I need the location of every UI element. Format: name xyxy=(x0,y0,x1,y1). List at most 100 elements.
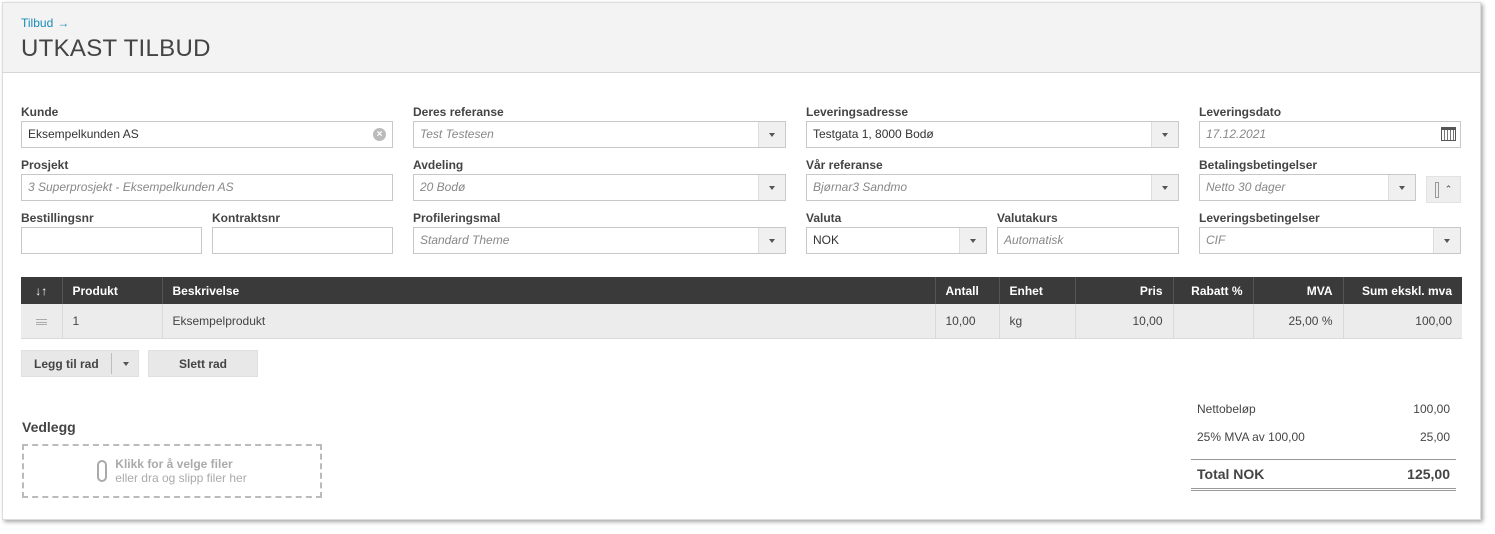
netto-label: Nettobeløp xyxy=(1197,402,1256,416)
drag-handle-cell[interactable] xyxy=(21,304,63,339)
leveringsadresse-label: Leveringsadresse xyxy=(806,105,909,119)
total-label: Total NOK xyxy=(1197,466,1265,482)
valutakurs-label: Valutakurs xyxy=(997,211,1058,225)
avdeling-field: Avdeling 20 Bodø xyxy=(413,158,786,201)
chevron-down-icon[interactable] xyxy=(123,362,129,366)
betalingsbetingelser-value: Netto 30 dager xyxy=(1206,180,1286,194)
drag-handle-icon[interactable] xyxy=(35,318,47,325)
leveringsbetingelser-field: Leveringsbetingelser CIF xyxy=(1199,211,1461,254)
prosjekt-input[interactable]: 3 Superprosjekt - Eksempelkunden AS xyxy=(21,174,393,201)
produkt-cell[interactable]: 1 xyxy=(62,304,163,339)
valuta-select[interactable]: NOK xyxy=(806,227,987,254)
breadcrumb[interactable]: Tilbud → xyxy=(21,16,1480,30)
chevron-down-icon[interactable] xyxy=(1151,122,1178,147)
bestillingsnr-label: Bestillingsnr xyxy=(21,211,94,225)
deres-referanse-field: Deres referanse Test Testesen xyxy=(413,105,786,148)
valuta-field: Valuta NOK xyxy=(806,211,987,254)
chevron-down-icon[interactable] xyxy=(758,228,785,253)
sum-cell[interactable]: 100,00 xyxy=(1343,304,1462,339)
prosjekt-value: 3 Superprosjekt - Eksempelkunden AS xyxy=(28,180,234,194)
profileringsmal-select[interactable]: Standard Theme xyxy=(413,227,786,254)
avdeling-select[interactable]: 20 Bodø xyxy=(413,174,786,201)
rabatt-cell[interactable] xyxy=(1173,304,1254,339)
valutakurs-placeholder: Automatisk xyxy=(1004,233,1064,247)
beskrivelse-cell[interactable]: Eksempelprodukt xyxy=(162,304,936,339)
bestillingsnr-input[interactable] xyxy=(21,227,202,254)
page-title: UTKAST TILBUD xyxy=(21,35,211,62)
totals-panel: Nettobeløp 100,00 25% MVA av 100,00 25,0… xyxy=(1191,395,1456,491)
delete-row-label: Slett rad xyxy=(178,356,227,371)
var-referanse-label: Vår referanse xyxy=(806,158,883,172)
collapse-fields-button[interactable]: ⌃ xyxy=(1426,176,1461,203)
deres-referanse-label: Deres referanse xyxy=(413,105,504,119)
kunde-input[interactable]: Eksempelkunden AS × xyxy=(21,121,393,148)
kontraktsnr-input[interactable] xyxy=(212,227,393,254)
panel-icon xyxy=(1434,181,1439,198)
quote-page: Tilbud → UTKAST TILBUD Kunde Eksempelkun… xyxy=(2,2,1481,520)
valutakurs-input[interactable]: Automatisk xyxy=(997,227,1179,254)
netto-value: 100,00 xyxy=(1413,402,1450,416)
profileringsmal-value: Standard Theme xyxy=(420,233,510,247)
arrow-right-icon: → xyxy=(57,16,70,30)
profileringsmal-field: Profileringsmal Standard Theme xyxy=(413,211,786,254)
kunde-field: Kunde Eksempelkunden AS × xyxy=(21,105,393,148)
antall-cell[interactable]: 10,00 xyxy=(935,304,1000,339)
valutakurs-field: Valutakurs Automatisk xyxy=(997,211,1179,254)
avdeling-value: 20 Bodø xyxy=(420,180,466,194)
leveringsbetingelser-select[interactable]: CIF xyxy=(1199,227,1461,254)
page-header: Tilbud → UTKAST TILBUD xyxy=(3,3,1480,73)
clear-icon[interactable]: × xyxy=(373,128,386,141)
sum-column-header[interactable]: Sum ekskl. mva xyxy=(1343,277,1462,304)
var-referanse-field: Vår referanse Bjørnar3 Sandmo xyxy=(806,158,1179,201)
beskrivelse-column-header[interactable]: Beskrivelse xyxy=(162,277,936,304)
enhet-cell[interactable]: kg xyxy=(999,304,1076,339)
chevron-up-icon: ⌃ xyxy=(1444,184,1453,194)
add-row-button[interactable]: Legg til rad xyxy=(21,350,139,377)
total-row: Total NOK 125,00 xyxy=(1191,459,1456,491)
dropzone-secondary-text: eller dra og slipp filer her xyxy=(115,471,247,485)
leveringsbetingelser-value: CIF xyxy=(1206,233,1226,247)
kontraktsnr-field: Kontraktsnr xyxy=(212,211,393,254)
antall-column-header[interactable]: Antall xyxy=(935,277,1000,304)
mva-cell[interactable]: 25,00 % xyxy=(1253,304,1344,339)
kunde-label: Kunde xyxy=(21,105,59,119)
chevron-down-icon[interactable] xyxy=(1433,228,1460,253)
calendar-icon[interactable] xyxy=(1441,127,1456,141)
mva-value: 25,00 xyxy=(1419,430,1450,444)
breadcrumb-link[interactable]: Tilbud xyxy=(21,16,53,30)
product-table: ↓↑ Produkt Beskrivelse Antall Enhet Pris… xyxy=(21,277,1462,339)
produkt-column-header[interactable]: Produkt xyxy=(62,277,163,304)
file-dropzone[interactable]: Klikk for å velge filer eller dra og sli… xyxy=(22,444,322,498)
table-row[interactable]: 1 Eksempelprodukt 10,00 kg 10,00 25,00 %… xyxy=(21,304,1462,339)
delete-row-button[interactable]: Slett rad xyxy=(148,350,258,377)
chevron-down-icon[interactable] xyxy=(1151,175,1178,200)
leveringsdato-value: 17.12.2021 xyxy=(1206,127,1267,141)
dropzone-primary-text: Klikk for å velge filer xyxy=(115,457,233,471)
avdeling-label: Avdeling xyxy=(413,158,464,172)
var-referanse-select[interactable]: Bjørnar3 Sandmo xyxy=(806,174,1179,201)
chevron-down-icon[interactable] xyxy=(959,228,986,253)
netto-row: Nettobeløp 100,00 xyxy=(1191,395,1456,423)
prosjekt-label: Prosjekt xyxy=(21,158,69,172)
betalingsbetingelser-label: Betalingsbetingelser xyxy=(1199,158,1318,172)
sort-column-header[interactable]: ↓↑ xyxy=(21,277,63,304)
chevron-down-icon[interactable] xyxy=(758,122,785,147)
chevron-down-icon[interactable] xyxy=(1388,175,1415,200)
leveringsdato-input[interactable]: 17.12.2021 xyxy=(1199,121,1461,148)
mva-label: 25% MVA av 100,00 xyxy=(1197,430,1305,444)
leveringsadresse-field: Leveringsadresse Testgata 1, 8000 Bodø xyxy=(806,105,1179,148)
pris-cell[interactable]: 10,00 xyxy=(1075,304,1174,339)
leveringsadresse-select[interactable]: Testgata 1, 8000 Bodø xyxy=(806,121,1179,148)
profileringsmal-label: Profileringsmal xyxy=(413,211,501,225)
deres-referanse-select[interactable]: Test Testesen xyxy=(413,121,786,148)
pris-column-header[interactable]: Pris xyxy=(1075,277,1174,304)
paperclip-icon xyxy=(97,460,108,482)
mva-row: 25% MVA av 100,00 25,00 xyxy=(1191,423,1456,451)
enhet-column-header[interactable]: Enhet xyxy=(999,277,1076,304)
rabatt-column-header[interactable]: Rabatt % xyxy=(1173,277,1254,304)
total-value: 125,00 xyxy=(1407,466,1450,482)
betalingsbetingelser-select[interactable]: Netto 30 dager xyxy=(1199,174,1416,201)
mva-column-header[interactable]: MVA xyxy=(1253,277,1344,304)
chevron-down-icon[interactable] xyxy=(758,175,785,200)
leveringsdato-label: Leveringsdato xyxy=(1199,105,1282,119)
